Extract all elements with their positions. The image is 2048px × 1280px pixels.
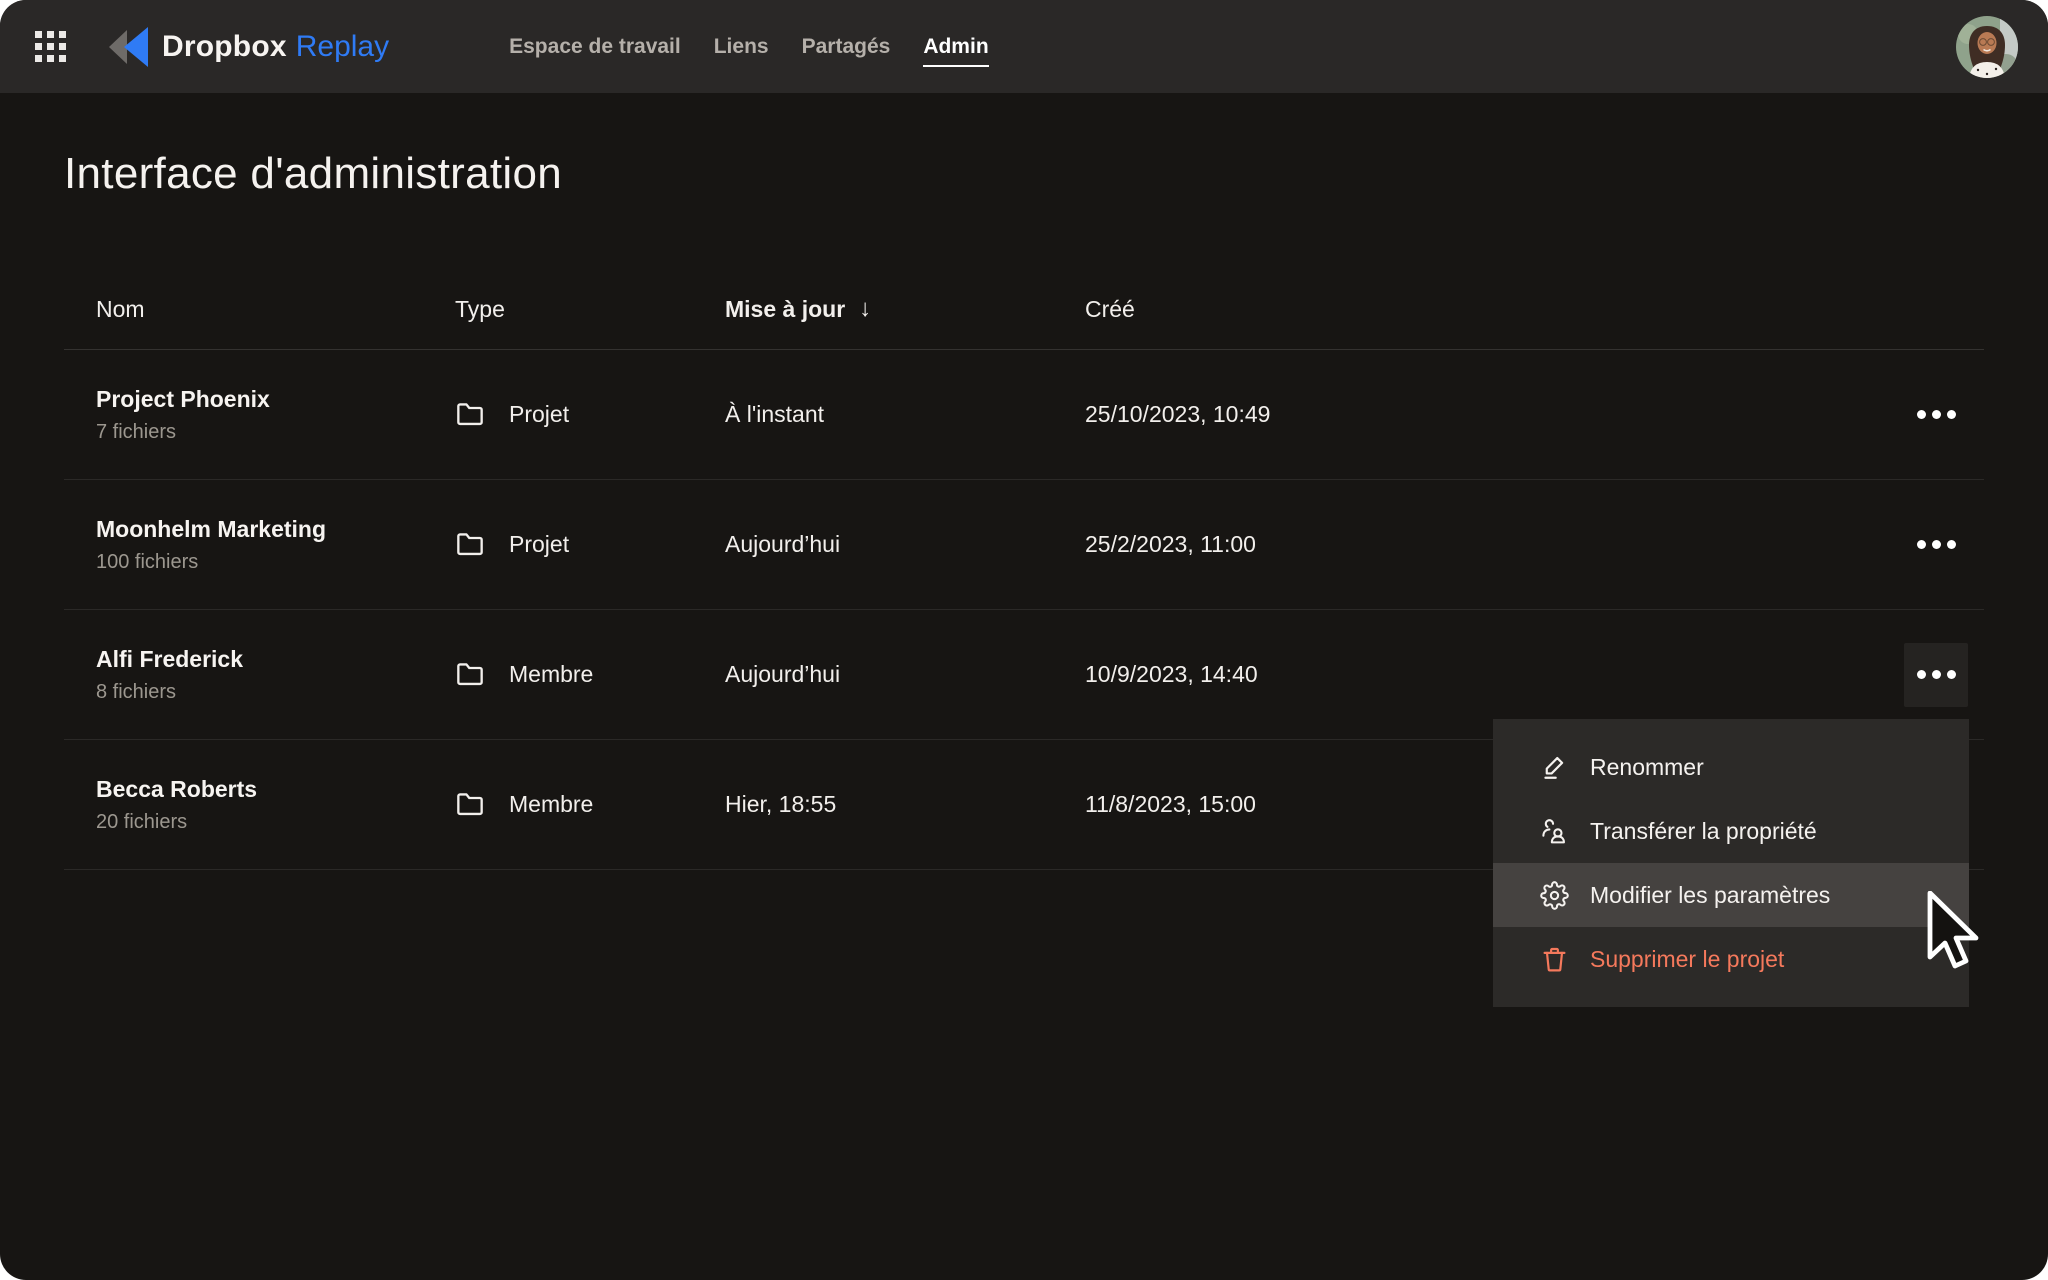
trash-icon	[1540, 945, 1569, 974]
dropbox-replay-logo[interactable]: Dropbox Replay	[106, 26, 389, 68]
primary-nav: Espace de travail Liens Partagés Admin	[509, 27, 989, 67]
page-title: Interface d'administration	[64, 149, 563, 198]
folder-icon	[455, 661, 485, 688]
menu-item-modifier-les-parametres[interactable]: Modifier les paramètres	[1493, 863, 1969, 927]
column-header-cree[interactable]: Créé	[1085, 296, 1888, 323]
column-header-type[interactable]: Type	[455, 296, 725, 323]
row-created: 10/9/2023, 14:40	[1085, 661, 1258, 687]
menu-item-label: Transférer la propriété	[1590, 817, 1817, 844]
logo-brand-text: Dropbox	[162, 29, 287, 63]
row-updated: Aujourd’hui	[725, 661, 841, 687]
folder-icon	[455, 531, 485, 558]
table-header-row: Nom Type Mise à jour ↓ Créé	[64, 205, 1984, 350]
user-avatar[interactable]	[1956, 15, 2018, 78]
nav-item-liens[interactable]: Liens	[714, 27, 769, 67]
row-type: Projet	[509, 531, 570, 557]
sort-arrow-down-icon: ↓	[859, 295, 872, 322]
row-actions-ellipsis-button-active[interactable]	[1904, 642, 1968, 707]
column-header-nom[interactable]: Nom	[64, 296, 455, 323]
menu-item-supprimer-le-projet[interactable]: Supprimer le projet	[1493, 927, 1969, 991]
row-updated: Aujourd’hui	[725, 531, 841, 557]
row-file-count: 100 fichiers	[96, 550, 199, 573]
dropbox-replay-admin-window: Dropbox Replay Espace de travail Liens P…	[0, 0, 2048, 1280]
row-actions-ellipsis-button[interactable]	[1904, 383, 1968, 447]
table-row[interactable]: Project Phoenix 7 fichiers Projet À l'in…	[64, 350, 1984, 480]
column-header-mise-a-jour[interactable]: Mise à jour ↓	[725, 295, 1085, 323]
folder-icon	[455, 401, 485, 428]
top-navigation-bar: Dropbox Replay Espace de travail Liens P…	[0, 0, 2048, 93]
menu-item-label: Modifier les paramètres	[1590, 881, 1831, 908]
apps-grid-icon[interactable]	[35, 31, 66, 62]
row-actions-context-menu: Renommer Transférer la propriété Modifie…	[1493, 719, 1969, 1007]
nav-item-partages[interactable]: Partagés	[802, 27, 891, 67]
row-file-count: 8 fichiers	[96, 680, 177, 703]
row-name: Alfi Frederick	[96, 645, 243, 672]
table-row[interactable]: Moonhelm Marketing 100 fichiers Projet A…	[64, 480, 1984, 610]
logo-product-text: Replay	[295, 29, 390, 63]
row-actions-ellipsis-button[interactable]	[1904, 513, 1968, 577]
nav-item-espace-de-travail[interactable]: Espace de travail	[509, 27, 681, 67]
row-name: Project Phoenix	[96, 385, 270, 412]
menu-item-label: Supprimer le projet	[1590, 945, 1785, 972]
pencil-icon	[1540, 753, 1569, 782]
menu-item-label: Renommer	[1590, 753, 1704, 780]
nav-item-admin[interactable]: Admin	[923, 27, 989, 67]
row-updated: Hier, 18:55	[725, 791, 837, 817]
row-type: Projet	[509, 401, 570, 427]
row-name: Becca Roberts	[96, 775, 258, 802]
column-header-mise-a-jour-label: Mise à jour	[725, 295, 846, 322]
gear-icon	[1540, 880, 1569, 910]
row-type: Membre	[509, 661, 594, 687]
row-file-count: 7 fichiers	[96, 420, 177, 443]
replay-rewind-icon	[106, 26, 150, 68]
row-name: Moonhelm Marketing	[96, 515, 327, 542]
row-type: Membre	[509, 791, 594, 817]
row-updated: À l'instant	[725, 401, 824, 427]
folder-icon	[455, 791, 485, 818]
menu-item-renommer[interactable]: Renommer	[1493, 735, 1969, 799]
menu-item-transferer-la-propriete[interactable]: Transférer la propriété	[1493, 799, 1969, 863]
transfer-ownership-icon	[1540, 817, 1569, 846]
row-created: 25/2/2023, 11:00	[1085, 531, 1256, 557]
row-created: 25/10/2023, 10:49	[1085, 401, 1271, 427]
row-file-count: 20 fichiers	[96, 810, 188, 833]
